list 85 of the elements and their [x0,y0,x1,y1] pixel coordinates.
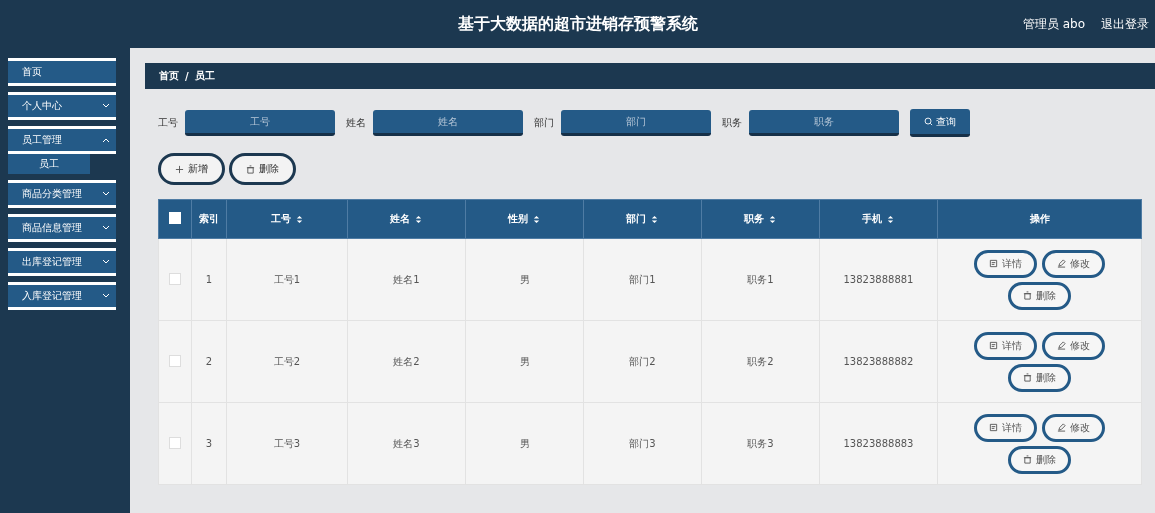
row-checkbox[interactable] [169,354,181,367]
menu-item[interactable]: 首页 [8,58,116,86]
sort-icon[interactable] [294,214,304,224]
column-header[interactable]: 手机 [819,199,938,239]
pencil-icon [1057,341,1066,350]
sort-icon[interactable] [768,214,777,224]
column-header[interactable]: 职务 [701,199,820,239]
search-icon [924,117,933,126]
column-header: 操作 [937,199,1142,239]
document-icon [989,423,998,432]
menu-item[interactable]: 商品分类管理 [8,180,116,208]
plus-icon [175,164,184,174]
detail-button[interactable]: 详情 [974,413,1037,442]
table-cell: 职务3 [701,402,820,485]
delete-button[interactable]: 删除 [1008,363,1071,392]
field-label: 姓名 [346,116,366,130]
add-button[interactable]: 新增 [158,153,225,185]
table-cell: 男 [465,238,584,321]
document-icon [989,341,998,350]
sort-icon[interactable] [650,214,659,224]
delete-button[interactable]: 删除 [229,153,296,185]
column-header[interactable]: 性别 [465,199,584,239]
table-cell: 部门1 [583,238,702,321]
table-cell: 13823888882 [819,320,938,403]
column-header[interactable]: 部门 [583,199,702,239]
search-field[interactable]: 部门 [561,110,711,136]
trash-icon [1023,373,1032,382]
table-cell: 部门2 [583,320,702,403]
menu-item[interactable]: 员工管理 [8,126,116,154]
field-label: 职务 [722,116,742,130]
sort-icon[interactable] [886,214,895,224]
logout-link[interactable]: 退出登录 [1101,15,1149,33]
trash-icon [1023,455,1032,464]
breadcrumb-item: 员工 [194,69,215,83]
search-field[interactable]: 职务 [749,110,899,136]
app-title: 基于大数据的超市进销存预警系统 [457,13,698,35]
column-header[interactable]: 工号 [226,199,348,239]
table-cell: 工号3 [226,402,348,485]
menu-item[interactable]: 入库登记管理 [8,282,116,310]
row-checkbox[interactable] [169,436,181,449]
delete-button[interactable]: 删除 [1008,281,1071,310]
row-checkbox[interactable] [169,272,181,285]
edit-button[interactable]: 修改 [1042,331,1105,360]
table-cell: 男 [465,320,584,403]
table-cell: 姓名2 [347,320,466,403]
document-icon [989,259,998,268]
pencil-icon [1057,423,1066,432]
search-button[interactable]: 查询 [910,109,970,137]
sort-icon[interactable] [414,214,423,224]
table-cell: 姓名1 [347,238,466,321]
trash-icon [1023,291,1032,300]
table-cell: 13823888881 [819,238,938,321]
column-header[interactable]: 姓名 [347,199,466,239]
trash-icon [246,164,255,174]
table-cell: 职务1 [701,238,820,321]
field-label: 工号 [158,116,178,130]
edit-button[interactable]: 修改 [1042,249,1105,278]
menu-item[interactable]: 个人中心 [8,92,116,120]
select-all-checkbox[interactable] [169,212,181,224]
table-cell: 13823888883 [819,402,938,485]
field-label: 部门 [534,116,554,130]
table-cell: 工号1 [226,238,348,321]
table-cell: 男 [465,402,584,485]
table-cell: 3 [191,402,227,485]
column-header: 索引 [191,199,227,239]
menu-item[interactable]: 出库登记管理 [8,248,116,276]
delete-button[interactable]: 删除 [1008,445,1071,474]
detail-button[interactable]: 详情 [974,249,1037,278]
table-cell: 姓名3 [347,402,466,485]
search-field[interactable]: 姓名 [373,110,523,136]
table-cell: 工号2 [226,320,348,403]
detail-button[interactable]: 详情 [974,331,1037,360]
table-cell: 职务2 [701,320,820,403]
edit-button[interactable]: 修改 [1042,413,1105,442]
menu-item[interactable]: 商品信息管理 [8,214,116,242]
search-field[interactable]: 工号 [185,110,335,136]
table-cell: 2 [191,320,227,403]
pencil-icon [1057,259,1066,268]
table-cell: 部门3 [583,402,702,485]
submenu-item[interactable]: 员工 [8,154,90,174]
breadcrumb-item[interactable]: 首页 [159,69,179,83]
user-name: 管理员 abo [1022,15,1085,33]
breadcrumb-separator: / [185,70,189,82]
table-cell: 1 [191,238,227,321]
sort-icon[interactable] [532,214,541,224]
